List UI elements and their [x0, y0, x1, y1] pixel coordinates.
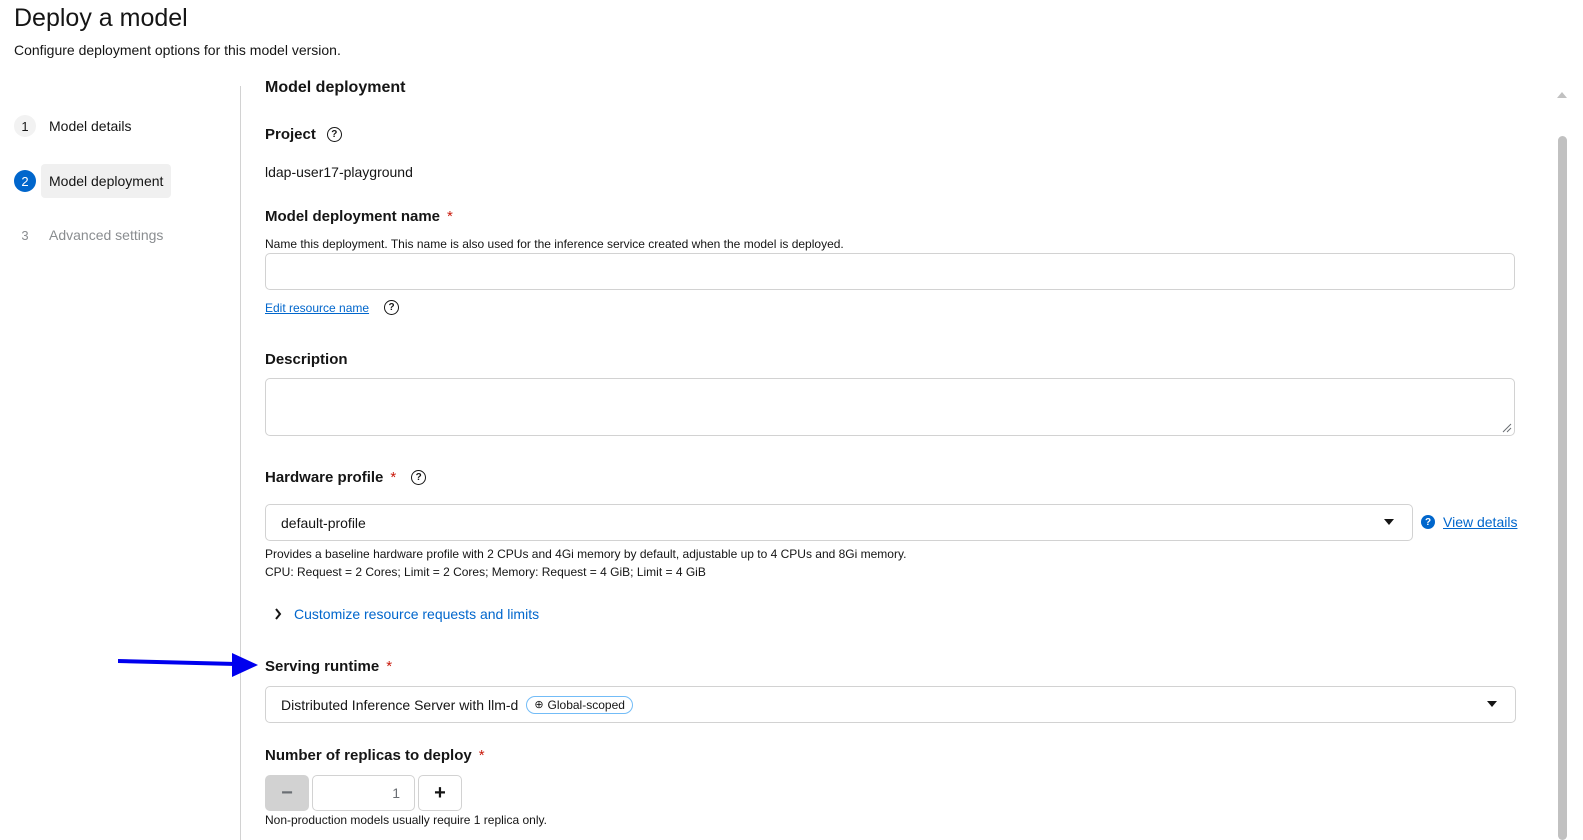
- wizard-nav: 1 Model details 2 Model deployment 3 Adv…: [0, 86, 241, 840]
- customize-resources-toggle[interactable]: Customize resource requests and limits: [274, 606, 539, 622]
- edit-resource-name: Edit resource name ?: [265, 300, 400, 315]
- step-number: 1: [14, 115, 36, 137]
- replicas-increment-button[interactable]: +: [418, 775, 462, 811]
- required-marker: *: [386, 658, 393, 675]
- globe-icon: ⊕: [534, 699, 544, 711]
- project-label: Project ?: [265, 126, 342, 143]
- description-textarea[interactable]: [265, 378, 1515, 436]
- required-marker: *: [390, 469, 397, 486]
- step-label: Model deployment: [41, 164, 172, 198]
- serving-runtime-label-text: Serving runtime: [265, 658, 380, 675]
- deployment-name-label-text: Model deployment name: [265, 208, 441, 225]
- project-label-text: Project: [265, 126, 316, 143]
- required-marker: *: [478, 747, 485, 764]
- replicas-label: Number of replicas to deploy *: [265, 747, 485, 764]
- scroll-up-icon[interactable]: [1557, 92, 1567, 98]
- deployment-name-input[interactable]: [265, 253, 1515, 290]
- chevron-right-icon: [275, 608, 282, 620]
- step-number: 2: [14, 170, 36, 192]
- customize-resources-label: Customize resource requests and limits: [294, 606, 540, 622]
- wizard-step-model-deployment[interactable]: 2 Model deployment: [14, 163, 172, 199]
- wizard-step-advanced-settings: 3 Advanced settings: [14, 217, 171, 253]
- hardware-profile-label-text: Hardware profile: [265, 469, 384, 486]
- view-details[interactable]: ? View details: [1421, 514, 1517, 530]
- step-number: 3: [21, 227, 29, 243]
- view-details-link[interactable]: View details: [1443, 514, 1517, 530]
- deployment-name-label: Model deployment name *: [265, 208, 453, 225]
- description-label: Description: [265, 351, 348, 368]
- scrollbar[interactable]: [1557, 86, 1569, 840]
- serving-runtime-selected: Distributed Inference Server with llm-d: [281, 696, 519, 713]
- global-scoped-badge: ⊕ Global-scoped: [526, 695, 633, 714]
- replicas-decrement-button[interactable]: −: [265, 775, 309, 811]
- badge-label: Global-scoped: [547, 697, 625, 712]
- edit-resource-name-link[interactable]: Edit resource name: [265, 301, 369, 315]
- required-marker: *: [447, 208, 453, 225]
- page-subtitle: Configure deployment options for this mo…: [14, 42, 341, 58]
- help-icon[interactable]: ?: [411, 470, 427, 485]
- hardware-profile-desc-2: CPU: Request = 2 Cores; Limit = 2 Cores;…: [265, 565, 706, 579]
- caret-down-icon: [1384, 519, 1394, 525]
- help-icon[interactable]: ?: [384, 300, 400, 315]
- serving-runtime-select[interactable]: Distributed Inference Server with llm-d …: [265, 686, 1516, 723]
- replicas-input[interactable]: 1: [312, 775, 415, 811]
- wizard-step-model-details[interactable]: 1 Model details: [14, 108, 140, 144]
- annotation-arrow: [118, 653, 258, 677]
- nav-divider: [240, 86, 241, 840]
- question-circle-icon: ?: [1421, 515, 1435, 529]
- help-icon[interactable]: ?: [326, 127, 342, 142]
- step-label: Model details: [49, 118, 132, 134]
- resize-handle-icon[interactable]: [1502, 423, 1512, 433]
- replicas-label-text: Number of replicas to deploy: [265, 747, 472, 764]
- caret-down-icon: [1487, 701, 1497, 707]
- deployment-name-helper: Name this deployment. This name is also …: [265, 237, 844, 251]
- project-value: ldap-user17-playground: [265, 164, 413, 180]
- description-label-text: Description: [265, 351, 348, 368]
- section-title: Model deployment: [265, 79, 406, 96]
- page-title: Deploy a model: [14, 4, 188, 32]
- replicas-helper: Non-production models usually require 1 …: [265, 813, 547, 827]
- step-label: Advanced settings: [49, 227, 164, 243]
- hardware-profile-selected: default-profile: [281, 514, 366, 531]
- serving-runtime-label: Serving runtime *: [265, 658, 392, 675]
- hardware-profile-desc-1: Provides a baseline hardware profile wit…: [265, 547, 907, 561]
- scroll-thumb[interactable]: [1558, 136, 1567, 840]
- hardware-profile-select[interactable]: default-profile: [265, 504, 1413, 541]
- hardware-profile-label: Hardware profile * ?: [265, 469, 427, 486]
